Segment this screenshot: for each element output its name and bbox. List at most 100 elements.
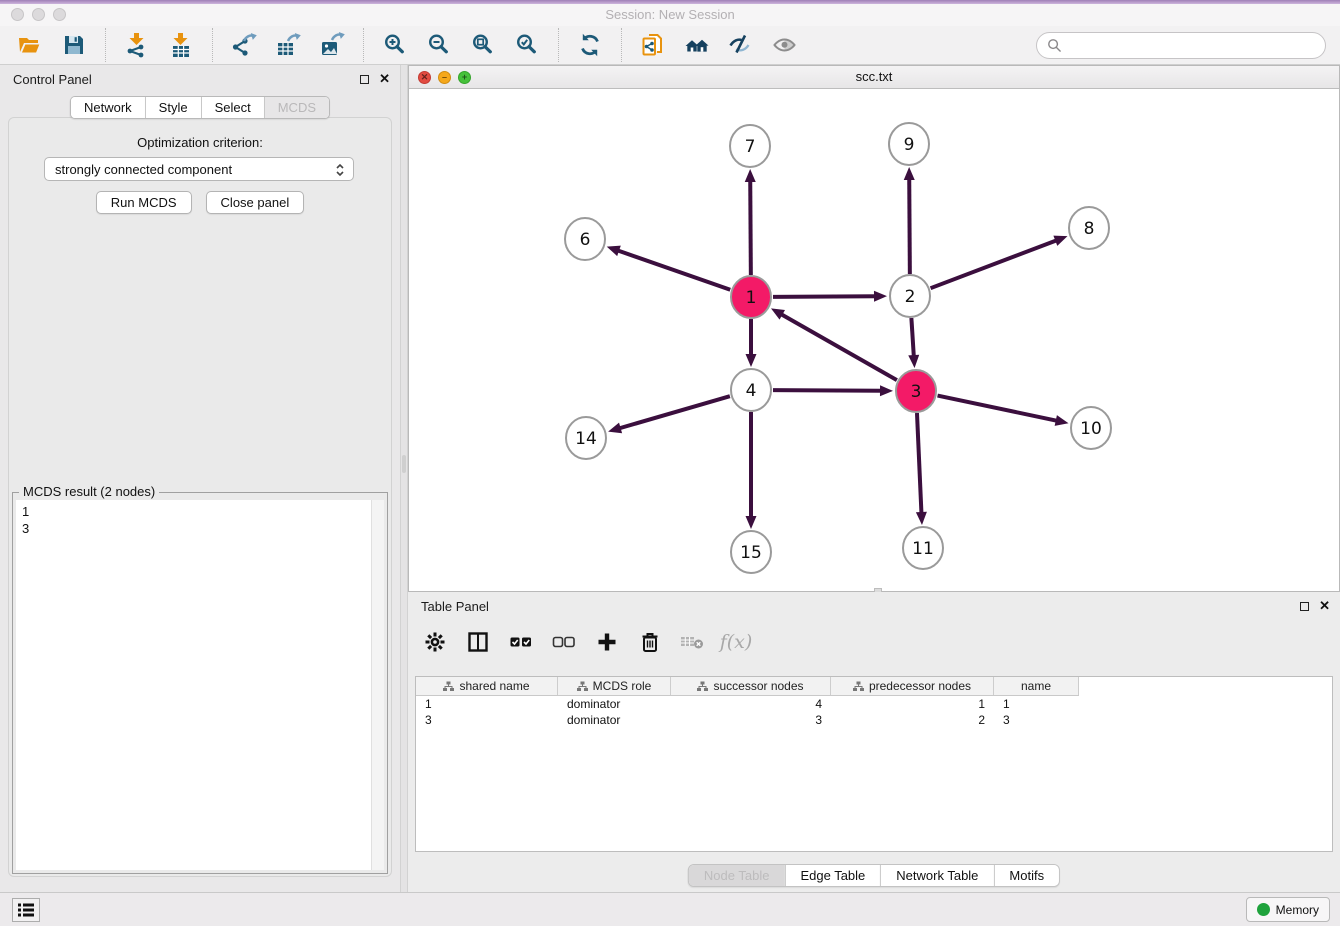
- zoom-selected-button[interactable]: [512, 30, 542, 60]
- graph-node-15[interactable]: 15: [731, 531, 771, 573]
- table-cell[interactable]: 2: [831, 712, 994, 728]
- tab-mcds[interactable]: MCDS: [264, 97, 329, 118]
- mcds-result-area[interactable]: 13: [16, 500, 384, 870]
- graph-node-1[interactable]: 1: [731, 276, 771, 318]
- task-history-button[interactable]: [12, 898, 40, 922]
- graph-edge-4-14[interactable]: [608, 396, 730, 433]
- apply-layout-button[interactable]: [575, 30, 605, 60]
- export-image-button[interactable]: [317, 30, 347, 60]
- graph-edge-2-8[interactable]: [931, 236, 1068, 289]
- open-session-button[interactable]: [15, 30, 45, 60]
- graph-edge-1-6[interactable]: [607, 246, 731, 290]
- graph-node-3[interactable]: 3: [896, 370, 936, 412]
- graph-node-10[interactable]: 10: [1071, 407, 1111, 449]
- import-network-button[interactable]: [122, 30, 152, 60]
- graph-node-11[interactable]: 11: [903, 527, 943, 569]
- table-cell[interactable]: 3: [416, 712, 558, 728]
- show-graphics-details-button[interactable]: [770, 30, 800, 60]
- zoom-in-button[interactable]: [380, 30, 410, 60]
- delete-table-button[interactable]: [680, 629, 706, 655]
- graph-node-8[interactable]: 8: [1069, 207, 1109, 249]
- table-cell[interactable]: 1: [994, 696, 1079, 712]
- criterion-dropdown[interactable]: strongly connected component: [44, 157, 354, 181]
- table-cell[interactable]: 1: [416, 696, 558, 712]
- table-cell[interactable]: 3: [671, 712, 831, 728]
- status-bar: Memory: [0, 892, 1340, 926]
- select-all-rows-button[interactable]: [508, 629, 534, 655]
- graph-edge-1-7[interactable]: [745, 169, 756, 275]
- criterion-value: strongly connected component: [55, 162, 232, 177]
- column-header-predecessor-nodes[interactable]: predecessor nodes: [831, 677, 994, 695]
- graph-node-2[interactable]: 2: [890, 275, 930, 317]
- close-panel-icon[interactable]: ✕: [379, 73, 390, 85]
- svg-text:2: 2: [905, 287, 916, 307]
- first-neighbors-button[interactable]: [682, 30, 712, 60]
- table-cell[interactable]: dominator: [558, 696, 671, 712]
- table-cell[interactable]: 1: [831, 696, 994, 712]
- tab-network-table[interactable]: Network Table: [880, 865, 993, 886]
- graph-edge-2-9[interactable]: [904, 167, 915, 274]
- graph-edge-3-1[interactable]: [771, 308, 897, 380]
- table-cell[interactable]: 4: [671, 696, 831, 712]
- export-network-button[interactable]: [229, 30, 259, 60]
- tab-node-table[interactable]: Node Table: [689, 865, 785, 886]
- column-settings-button[interactable]: [422, 629, 448, 655]
- table-cell[interactable]: dominator: [558, 712, 671, 728]
- graph-node-9[interactable]: 9: [889, 123, 929, 165]
- tab-select[interactable]: Select: [201, 97, 264, 118]
- clone-network-button[interactable]: [638, 30, 668, 60]
- node-table[interactable]: shared nameMCDS rolesuccessor nodesprede…: [415, 676, 1333, 852]
- table-row[interactable]: 3dominator323: [416, 712, 1079, 728]
- column-header-name[interactable]: name: [994, 677, 1079, 695]
- float-table-panel-icon[interactable]: [1300, 602, 1309, 611]
- table-cell[interactable]: 3: [994, 712, 1079, 728]
- graph-node-4[interactable]: 4: [731, 369, 771, 411]
- search-box[interactable]: [1036, 32, 1326, 59]
- run-mcds-button[interactable]: Run MCDS: [96, 191, 192, 214]
- float-panel-icon[interactable]: [360, 75, 369, 84]
- mcds-result-group: MCDS result (2 nodes) 13: [12, 492, 388, 874]
- save-session-button[interactable]: [59, 30, 89, 60]
- graph-node-7[interactable]: 7: [730, 125, 770, 167]
- memory-button[interactable]: Memory: [1246, 897, 1330, 922]
- delete-column-button[interactable]: [637, 629, 663, 655]
- panel-splitter[interactable]: [400, 65, 408, 892]
- graph-edge-1-4[interactable]: [746, 319, 757, 367]
- export-table-button[interactable]: [273, 30, 303, 60]
- splitter-handle[interactable]: [402, 455, 406, 473]
- graph-edge-4-3[interactable]: [773, 385, 893, 396]
- column-header-successor-nodes[interactable]: successor nodes: [671, 677, 831, 695]
- graph-node-14[interactable]: 14: [566, 417, 606, 459]
- function-builder-button[interactable]: f(x): [723, 629, 749, 655]
- table-row[interactable]: 1dominator411: [416, 696, 1079, 712]
- tab-edge-table[interactable]: Edge Table: [784, 865, 880, 886]
- unselect-all-rows-button[interactable]: [551, 629, 577, 655]
- import-table-button[interactable]: [166, 30, 196, 60]
- import-network-icon: [124, 32, 150, 58]
- network-window-titlebar[interactable]: scc.txt: [409, 66, 1339, 89]
- tab-motifs[interactable]: Motifs: [993, 865, 1059, 886]
- column-header-MCDS-role[interactable]: MCDS role: [558, 677, 671, 695]
- graph-edge-1-2[interactable]: [773, 291, 887, 302]
- graph-edge-4-15[interactable]: [746, 412, 757, 529]
- graph-edge-2-3[interactable]: [908, 318, 919, 368]
- zoom-fit-button[interactable]: [468, 30, 498, 60]
- search-input[interactable]: [1068, 38, 1315, 53]
- add-column-button[interactable]: [594, 629, 620, 655]
- hide-style-button[interactable]: [726, 30, 756, 60]
- graph-node-6[interactable]: 6: [565, 218, 605, 260]
- tab-network[interactable]: Network: [71, 97, 145, 118]
- graph-edge-3-11[interactable]: [916, 413, 927, 525]
- network-canvas[interactable]: 7 9 6 8 1 2 4 3 14 10 15 11: [409, 89, 1339, 591]
- zoom-out-button[interactable]: [424, 30, 454, 60]
- table-panel-title: Table Panel: [421, 599, 489, 614]
- tab-style[interactable]: Style: [145, 97, 201, 118]
- toggle-panel-button[interactable]: [465, 629, 491, 655]
- close-table-panel-icon[interactable]: ✕: [1319, 600, 1330, 612]
- column-header-shared-name[interactable]: shared name: [416, 677, 558, 695]
- graph-edge-3-10[interactable]: [938, 396, 1069, 426]
- result-scrollbar[interactable]: [371, 500, 384, 870]
- close-panel-button[interactable]: Close panel: [206, 191, 305, 214]
- export-table-icon: [275, 32, 301, 58]
- network-graph[interactable]: 7 9 6 8 1 2 4 3 14 10 15 11: [409, 89, 1339, 591]
